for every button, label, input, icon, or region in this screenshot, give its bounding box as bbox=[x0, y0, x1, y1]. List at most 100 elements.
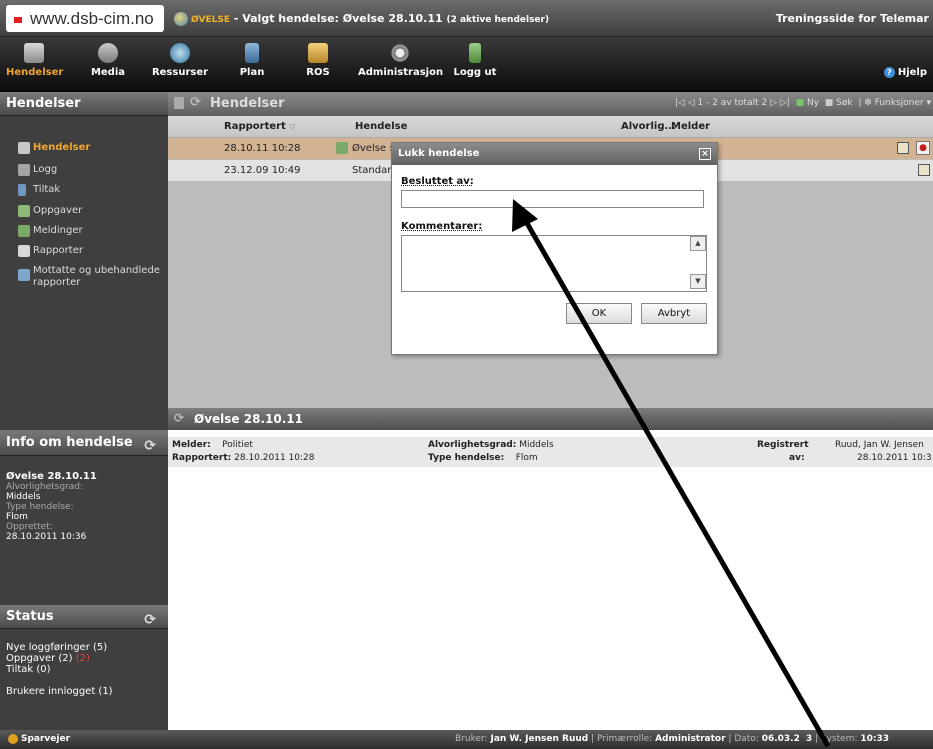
scroll-down-icon[interactable]: ▼ bbox=[690, 274, 706, 289]
close-event-icon[interactable]: ● bbox=[916, 141, 930, 155]
role-value: Administrator bbox=[655, 734, 726, 744]
close-icon[interactable]: × bbox=[699, 148, 711, 160]
first-page-icon[interactable]: |◁ bbox=[675, 98, 685, 108]
edit-icon[interactable] bbox=[897, 142, 909, 154]
site-title: Treningsside for Telemar bbox=[775, 12, 929, 25]
column-rapportert[interactable]: Rapportert ▽ bbox=[224, 121, 295, 132]
status-tasks[interactable]: Oppgaver (2) (2) bbox=[6, 653, 164, 664]
status-new-log[interactable]: Nye loggføringer (5) bbox=[6, 642, 164, 653]
sidebar-item-hendelser[interactable]: Hendelser bbox=[18, 142, 90, 154]
user-value: Jan W. Jensen Ruud bbox=[490, 734, 589, 744]
prev-page-icon[interactable]: ◁ bbox=[688, 98, 695, 108]
detail-type-value: Flom bbox=[515, 453, 538, 463]
event-icon bbox=[336, 142, 348, 154]
new-button[interactable]: ■ Ny bbox=[796, 98, 819, 108]
grid-header: ⟳ Hendelser |◁ ◁ 1 - 2 av totalt 2 ▷ ▷| … bbox=[168, 92, 933, 116]
info-created-label: Opprettet: bbox=[6, 522, 53, 532]
nav-hendelser[interactable]: Hendelser bbox=[6, 43, 64, 78]
nav-label: Administrasjon bbox=[358, 67, 444, 78]
reports-icon bbox=[18, 245, 30, 257]
nav-label: Media bbox=[90, 67, 126, 78]
dialog-title: Lukk hendelse bbox=[398, 148, 480, 159]
main-nav: Hendelser Media Ressurser Plan ROS Admin… bbox=[0, 37, 933, 92]
nav-label: Ressurser bbox=[151, 67, 209, 78]
system-label: System: bbox=[820, 734, 858, 744]
help-link[interactable]: ? Hjelp bbox=[883, 67, 927, 78]
detail-melder: Melder: Politiet bbox=[172, 440, 253, 450]
sidebar-item-meldinger[interactable]: Meldinger bbox=[18, 225, 83, 237]
detail-body bbox=[168, 430, 933, 730]
sidebar-item-rapporter[interactable]: Rapporter bbox=[18, 245, 83, 257]
help-icon: ? bbox=[883, 67, 895, 78]
refresh-icon[interactable]: ⟳ bbox=[144, 608, 156, 632]
grid-toolbar: |◁ ◁ 1 - 2 av totalt 2 ▷ ▷| ■ Ny ■ Søk |… bbox=[674, 98, 931, 108]
chevron-down-icon: ▾ bbox=[926, 98, 931, 108]
edit-icon[interactable] bbox=[918, 164, 930, 176]
info-type-value: Flom bbox=[6, 512, 28, 522]
detail-summary: Melder: Politiet Rapportert: 28.10.2011 … bbox=[168, 437, 933, 467]
column-alvorlighet[interactable]: Alvorlig... bbox=[621, 121, 676, 132]
detail-header: ⟳ Øvelse 28.10.11 bbox=[168, 408, 933, 430]
sparvejer-link[interactable]: Sparvejer bbox=[8, 730, 70, 749]
selected-event-text: - Valgt hendelse: Øvelse 28.10.11 bbox=[233, 12, 443, 25]
ok-button[interactable]: OK bbox=[566, 303, 632, 324]
nav-administrasjon[interactable]: Administrasjon bbox=[358, 43, 444, 78]
nav-logg-ut[interactable]: Logg ut bbox=[446, 43, 504, 78]
events-icon bbox=[24, 43, 44, 63]
detail-title: Øvelse 28.10.11 bbox=[194, 412, 303, 426]
refresh-icon[interactable]: ⟳ bbox=[144, 433, 156, 459]
refresh-icon[interactable]: ⟳ bbox=[190, 95, 201, 110]
grid-menu-icon[interactable] bbox=[174, 97, 184, 109]
nav-label: Hendelser bbox=[6, 67, 64, 78]
info-panel-header: Info om hendelse ⟳ bbox=[0, 430, 168, 456]
comments-textarea[interactable] bbox=[401, 235, 707, 292]
browser-top-bar: www.dsb-cim.no ØVELSE - Valgt hendelse: … bbox=[0, 0, 933, 37]
detail-rapportert-label: Rapportert: bbox=[172, 453, 232, 463]
functions-label: Funksjoner bbox=[874, 98, 924, 108]
column-hendelse[interactable]: Hendelse bbox=[355, 121, 407, 132]
sidebar-item-tiltak[interactable]: Tiltak bbox=[18, 184, 60, 196]
messages-icon bbox=[18, 225, 30, 237]
events-icon bbox=[18, 142, 30, 154]
sort-icon: ▽ bbox=[289, 122, 296, 131]
search-icon: ■ bbox=[824, 98, 834, 108]
scroll-up-icon[interactable]: ▲ bbox=[690, 236, 706, 251]
grid-column-header: Rapportert ▽ Hendelse Alvorlig... Melder bbox=[168, 116, 933, 138]
status-users-online[interactable]: Brukere innlogget (1) bbox=[6, 686, 164, 697]
detail-alvor-label: Alvorlighetsgrad: bbox=[428, 440, 517, 450]
column-melder[interactable]: Melder bbox=[671, 121, 710, 132]
functions-menu[interactable]: ✻ Funksjoner ▾ bbox=[864, 98, 931, 108]
sparvejer-icon bbox=[8, 733, 18, 744]
nav-ros[interactable]: ROS bbox=[298, 43, 338, 78]
nav-media[interactable]: Media bbox=[86, 43, 130, 78]
detail-alvor: Alvorlighetsgrad: Middels bbox=[428, 440, 554, 450]
nav-label: ROS bbox=[306, 67, 330, 78]
status-panel-header: Status ⟳ bbox=[0, 605, 168, 629]
detail-registrert-label: Registrert bbox=[757, 440, 809, 450]
sidebar-item-logg[interactable]: Logg bbox=[18, 164, 57, 176]
refresh-icon[interactable]: ⟳ bbox=[174, 411, 184, 425]
plan-icon bbox=[245, 43, 259, 63]
decided-by-input[interactable] bbox=[401, 190, 704, 208]
cell-rapportert: 23.12.09 10:49 bbox=[224, 165, 301, 176]
sidebar-item-mottatte-rapporter[interactable]: Mottatte og ubehandlede rapporter bbox=[18, 265, 168, 289]
date-value: 06.03.2 bbox=[761, 734, 800, 744]
left-panel-header: Hendelser bbox=[0, 92, 168, 116]
comments-scrollbar[interactable]: ▲ ▼ bbox=[688, 236, 706, 291]
decided-by-label: Besluttet av: bbox=[401, 176, 474, 187]
site-address[interactable]: www.dsb-cim.no bbox=[6, 5, 164, 32]
status-measures[interactable]: Tiltak (0) bbox=[6, 664, 164, 675]
cancel-button[interactable]: Avbryt bbox=[641, 303, 707, 324]
dialog-titlebar: Lukk hendelse × bbox=[392, 143, 717, 165]
next-page-icon[interactable]: ▷ bbox=[770, 98, 777, 108]
role-label: Primærrolle: bbox=[597, 734, 653, 744]
log-icon bbox=[18, 164, 30, 176]
measures-icon bbox=[18, 184, 26, 196]
sidebar-item-oppgaver[interactable]: Oppgaver bbox=[18, 205, 82, 217]
nav-ressurser[interactable]: Ressurser bbox=[150, 43, 210, 78]
last-page-icon[interactable]: ▷| bbox=[780, 98, 790, 108]
search-button[interactable]: ■ Søk bbox=[825, 98, 853, 108]
resources-globe-icon bbox=[170, 43, 190, 63]
mode-badge: ØVELSE bbox=[191, 15, 230, 25]
nav-plan[interactable]: Plan bbox=[230, 43, 274, 78]
